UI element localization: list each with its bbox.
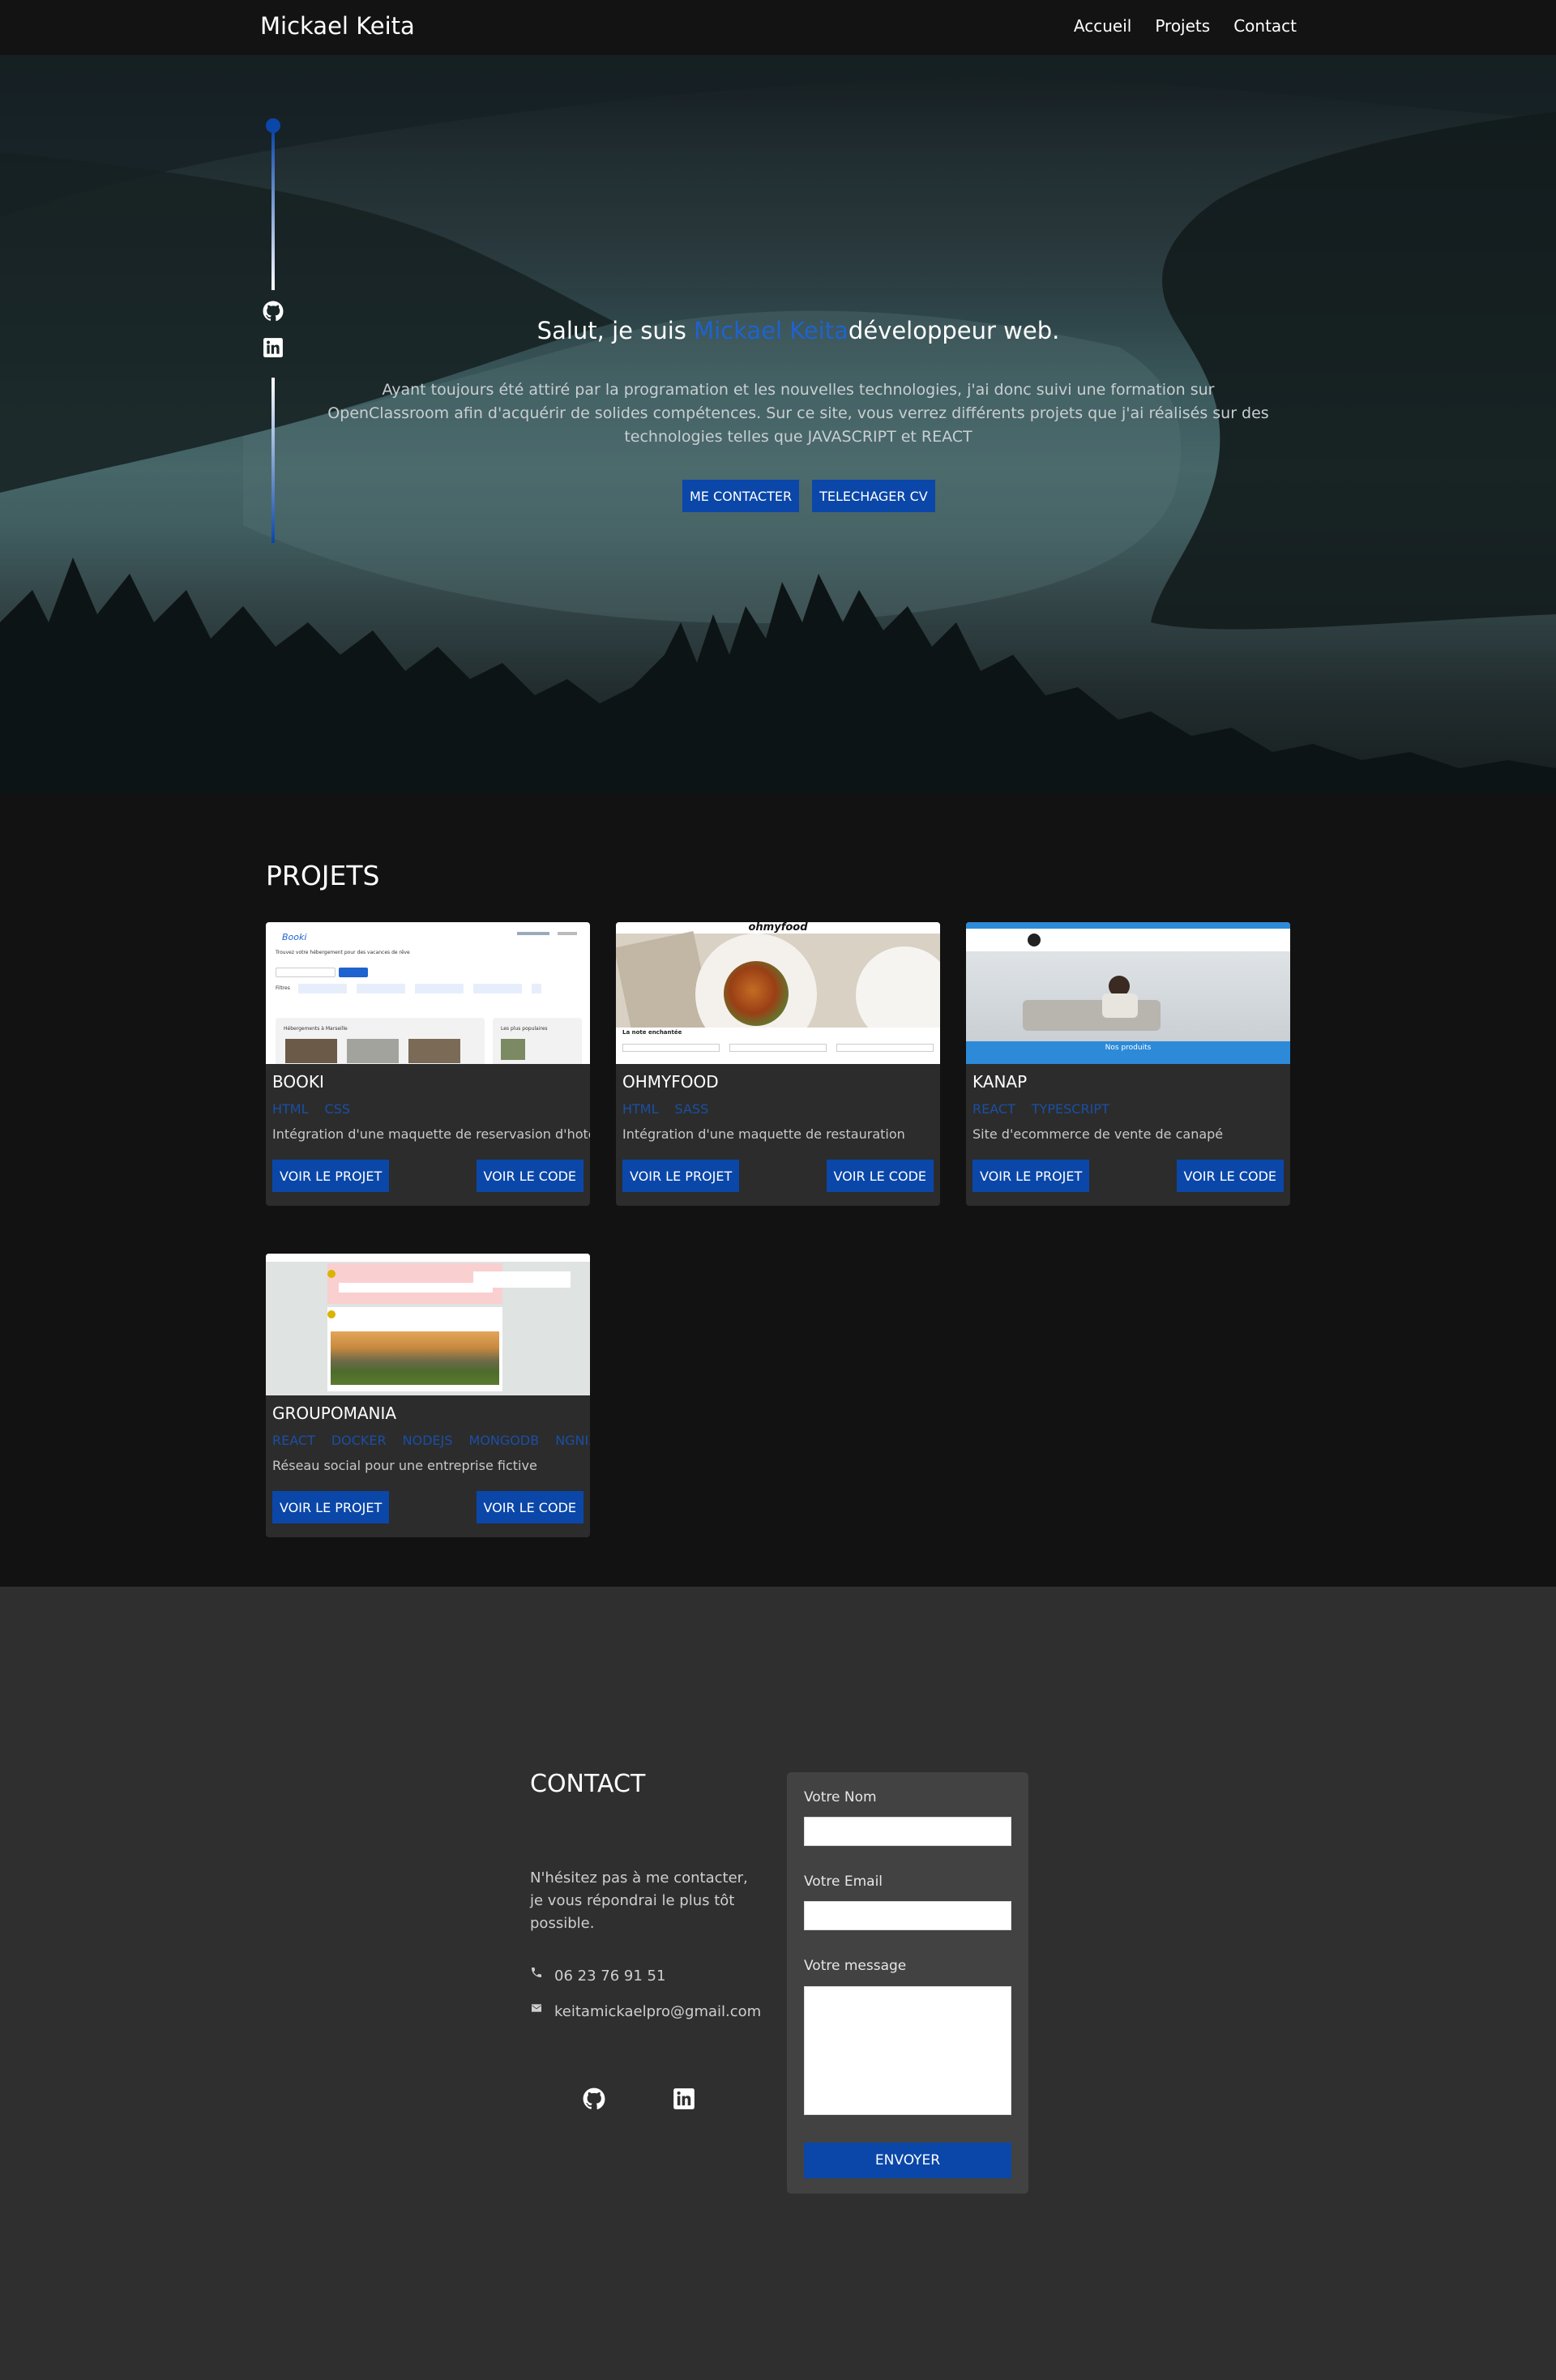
hero-title-name: Mickael Keita [694,317,849,344]
ohmyfood-logo: ohmyfood [748,922,808,934]
contact-form: Votre Nom Votre Email Votre message ENVO… [787,1772,1028,2194]
project-tag: MONGODB [468,1433,540,1448]
projects-section: PROJETS Booki Trouvez votre hébergement … [0,793,1556,1587]
project-card-booki: Booki Trouvez votre hébergement pour des… [266,922,590,1206]
github-icon[interactable] [583,2087,605,2110]
projects-title: PROJETS [266,860,380,891]
project-card-ohmyfood: ohmyfood La note enchantée OHMYFOOD HTML… [616,922,940,1206]
hero-buttons: ME CONTACTER TELECHAGER CV [682,480,935,512]
view-code-button[interactable]: VOIR LE CODE [826,1160,934,1192]
social-bar-line-bottom [271,378,275,543]
nav-link-accueil[interactable]: Accueil [1074,16,1131,36]
nav-links: Accueil Projets Contact [1074,16,1297,36]
project-description: Réseau social pour une entreprise fictiv… [272,1458,537,1473]
booki-filters: Filtres [276,985,290,991]
message-label: Votre message [804,1958,907,1974]
project-tag: REACT [272,1433,315,1448]
hero-title-intro: Salut, je suis [536,317,695,344]
booki-section-1: Hébergements à Marseille [284,1026,348,1032]
project-tag: REACT [972,1101,1015,1117]
contact-email[interactable]: keitamickaelpro@gmail.com [554,2003,761,2020]
project-tag: TYPESCRIPT [1031,1101,1109,1117]
project-tags: HTML CSS [272,1101,350,1117]
project-tag: NGNIX [555,1433,590,1448]
project-description: Site d'ecommerce de vente de canapé [972,1126,1224,1142]
project-thumbnail-ohmyfood[interactable]: ohmyfood La note enchantée [616,922,940,1064]
send-button[interactable]: ENVOYER [804,2143,1011,2178]
nav-link-contact[interactable]: Contact [1233,16,1297,36]
view-project-button[interactable]: VOIR LE PROJET [972,1160,1090,1192]
project-tag: NODEJS [402,1433,453,1448]
project-thumbnail-groupomania[interactable] [266,1254,590,1395]
email-label: Votre Email [804,1874,883,1890]
project-title: BOOKI [272,1072,324,1092]
nav-link-projets[interactable]: Projets [1155,16,1210,36]
top-navbar: Mickael Keita Accueil Projets Contact [0,0,1556,55]
message-textarea[interactable] [804,1986,1011,2115]
contact-title: CONTACT [530,1770,646,1798]
project-tag: CSS [324,1101,351,1117]
booki-heading: Trouvez votre hébergement pour des vacan… [276,950,410,955]
project-card-kanap: Nos produits KANAP REACT TYPESCRIPT Site… [966,922,1290,1206]
hero-description: Ayant toujours été attiré par la program… [327,381,1269,446]
contact-email-row: keitamickaelpro@gmail.com [530,2003,761,2020]
ohmyfood-caption: La note enchantée [622,1029,682,1036]
brand-name[interactable]: Mickael Keita [260,12,415,40]
booki-section-2: Les plus populaires [501,1026,548,1032]
project-title: GROUPOMANIA [272,1404,397,1423]
project-title: KANAP [972,1072,1028,1092]
mail-icon [532,2003,541,2012]
view-code-button[interactable]: VOIR LE CODE [476,1160,584,1192]
view-project-button[interactable]: VOIR LE PROJET [272,1491,390,1523]
phone-icon [532,1967,541,1977]
project-tags: REACT DOCKER NODEJS MONGODB NGNIX [272,1433,590,1448]
kanap-caption: Nos produits [1105,1044,1152,1052]
contact-section: CONTACT N'hésitez pas à me contacter, je… [0,1587,1556,2380]
view-code-button[interactable]: VOIR LE CODE [1176,1160,1284,1192]
project-tag: DOCKER [331,1433,387,1448]
project-tags: REACT TYPESCRIPT [972,1101,1109,1117]
booki-logo: Booki [282,932,307,942]
name-label: Votre Nom [804,1789,877,1805]
project-thumbnail-booki[interactable]: Booki Trouvez votre hébergement pour des… [266,922,590,1064]
email-input[interactable] [804,1901,1011,1930]
project-description: Intégration d'une maquette de restaurati… [622,1126,905,1142]
linkedin-icon[interactable] [673,2087,695,2110]
download-cv-button[interactable]: TELECHAGER CV [812,480,935,512]
project-tag: HTML [272,1101,309,1117]
project-tag: SASS [674,1101,709,1117]
view-code-button[interactable]: VOIR LE CODE [476,1491,584,1523]
social-bar-line-top [271,131,275,290]
contact-phone-row: 06 23 76 91 51 [530,1967,665,1985]
hero-title-role: développeur web. [848,317,1060,344]
project-tags: HTML SASS [622,1101,708,1117]
view-project-button[interactable]: VOIR LE PROJET [272,1160,390,1192]
name-input[interactable] [804,1817,1011,1846]
hero-title: Salut, je suis Mickael Keitadéveloppeur … [0,317,1556,344]
project-card-groupomania: GROUPOMANIA REACT DOCKER NODEJS MONGODB … [266,1254,590,1537]
view-project-button[interactable]: VOIR LE PROJET [622,1160,740,1192]
project-title: OHMYFOOD [622,1072,719,1092]
project-description: Intégration d'une maquette de reservasio… [272,1126,590,1142]
hero-section: Salut, je suis Mickael Keitadéveloppeur … [0,55,1556,793]
contact-me-button[interactable]: ME CONTACTER [682,480,800,512]
contact-text: N'hésitez pas à me contacter, je vous ré… [530,1869,748,1932]
project-thumbnail-kanap[interactable]: Nos produits [966,922,1290,1064]
contact-phone[interactable]: 06 23 76 91 51 [554,1968,665,1985]
project-tag: HTML [622,1101,659,1117]
